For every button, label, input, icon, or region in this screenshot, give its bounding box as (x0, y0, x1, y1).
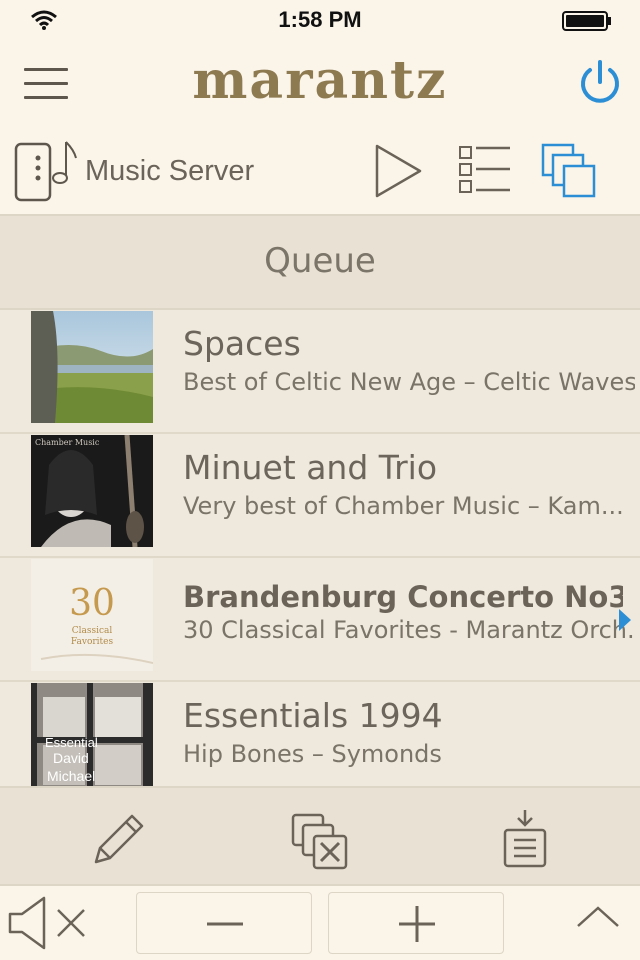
battery-icon (562, 11, 611, 31)
queue-item[interactable]: Essential David Michael Essentials 1994 … (0, 682, 640, 786)
album-art-text: David (53, 750, 89, 766)
queue-item[interactable]: Chamber Music Minuet and Trio Very best … (0, 434, 640, 558)
queue-item[interactable]: Spaces Best of Celtic New Age – Celtic W… (0, 310, 640, 434)
minus-icon (207, 922, 243, 926)
track-title: Essentials 1994 (183, 696, 443, 735)
track-title: Spaces (183, 324, 301, 363)
album-art-text: Essential (45, 735, 98, 750)
volume-bar (0, 886, 640, 960)
list-icon[interactable] (458, 144, 512, 196)
app-header: marantz (0, 40, 640, 130)
track-title: Minuet and Trio (183, 448, 438, 487)
zone-windows-icon[interactable] (540, 142, 598, 200)
album-art-violinist: Chamber Music (31, 435, 153, 547)
album-art-essential: Essential David Michael (31, 683, 153, 786)
speaker-mute-icon[interactable] (6, 892, 92, 952)
queue-toolbar (0, 786, 640, 886)
track-subtitle: 30 Classical Favorites - Marantz Orch... (183, 616, 635, 644)
clear-queue-icon[interactable] (290, 812, 350, 872)
plus-icon (399, 906, 435, 942)
power-icon[interactable] (576, 58, 624, 106)
album-art-text: Chamber Music (35, 438, 100, 447)
save-queue-icon[interactable] (500, 808, 550, 870)
track-subtitle: Very best of Chamber Music – Kam... (183, 492, 624, 520)
album-art-text: Classical (72, 626, 113, 636)
volume-up-button[interactable] (328, 892, 504, 954)
album-art-text: Favorites (71, 637, 114, 647)
status-time: 1:58 PM (278, 7, 362, 32)
volume-down-button[interactable] (136, 892, 312, 954)
queue-item-now-playing[interactable]: 30 Classical Favorites Brandenburg Conce… (0, 558, 640, 682)
now-playing-arrow-icon (619, 609, 631, 631)
source-bar: Music Server (0, 130, 640, 216)
status-bar: 1:58 PM (0, 0, 640, 40)
track-subtitle: Hip Bones – Symonds (183, 740, 442, 768)
chevron-up-icon[interactable] (576, 904, 620, 930)
track-subtitle: Best of Celtic New Age – Celtic Waves (183, 368, 635, 396)
brand-logo: marantz (192, 50, 448, 111)
pencil-icon[interactable] (88, 810, 148, 870)
album-art-text: Michael (47, 768, 95, 784)
album-art-30-classical: 30 Classical Favorites (31, 559, 153, 671)
track-title: Brandenburg Concerto No3. (183, 580, 623, 614)
source-label[interactable]: Music Server (85, 155, 254, 188)
music-server-device-icon[interactable] (14, 140, 80, 202)
queue-title: Queue (0, 216, 640, 310)
play-icon[interactable] (372, 142, 424, 200)
album-art-landscape (31, 311, 153, 423)
menu-button[interactable] (24, 68, 68, 102)
album-art-number: 30 (69, 583, 115, 624)
queue-list: Spaces Best of Celtic New Age – Celtic W… (0, 310, 640, 786)
hamburger-menu-icon (24, 68, 68, 71)
